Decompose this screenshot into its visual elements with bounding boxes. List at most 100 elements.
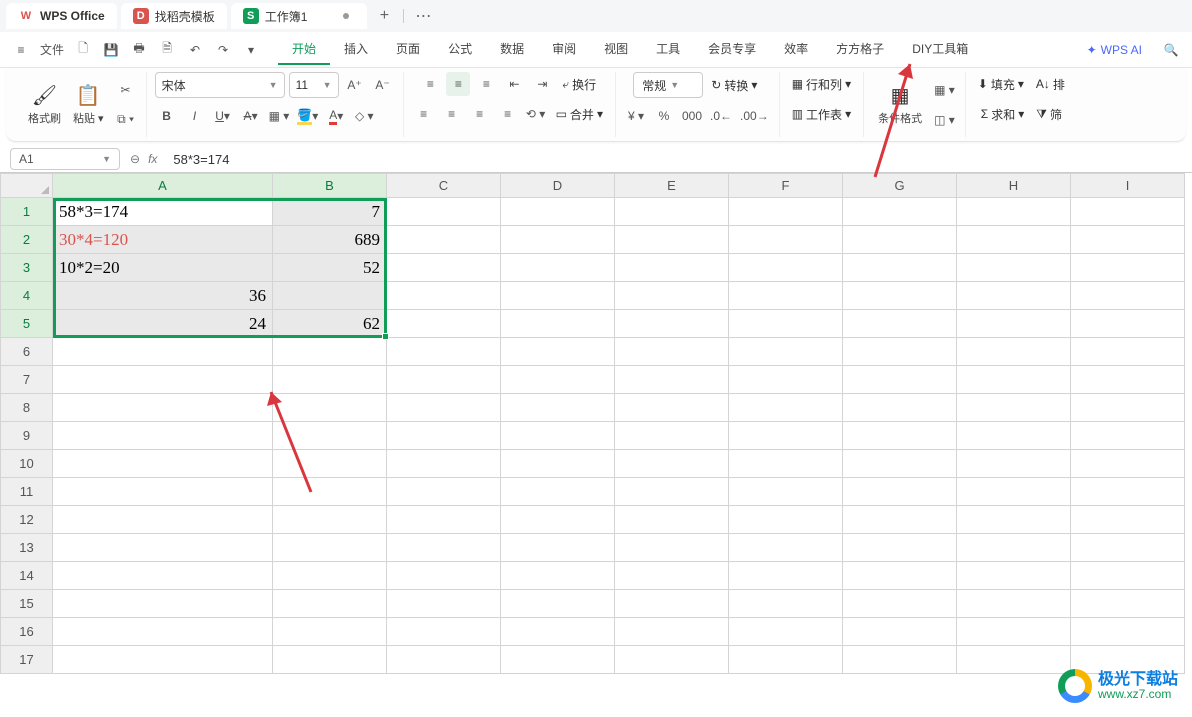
cell[interactable] (53, 394, 273, 422)
ribbon-tab-insert[interactable]: 插入 (330, 34, 382, 65)
row-header[interactable]: 11 (1, 478, 53, 506)
cell[interactable] (729, 366, 843, 394)
cell[interactable] (615, 618, 729, 646)
cell[interactable] (729, 450, 843, 478)
col-header[interactable]: A (53, 174, 273, 198)
indent-increase-icon[interactable]: ⇥ (530, 72, 554, 96)
cell[interactable] (53, 590, 273, 618)
cell[interactable] (501, 310, 615, 338)
cell[interactable] (501, 590, 615, 618)
dropdown-icon[interactable]: ▾ (238, 37, 264, 63)
merge-button[interactable]: ▭ 合并 ▾ (552, 102, 607, 126)
cell[interactable]: 52 (273, 254, 387, 282)
cell[interactable] (273, 450, 387, 478)
cell[interactable] (53, 478, 273, 506)
align-bottom-icon[interactable]: ≡ (474, 72, 498, 96)
cell[interactable]: 24 (53, 310, 273, 338)
cell[interactable] (273, 282, 387, 310)
cell[interactable] (501, 366, 615, 394)
underline-button[interactable]: U ▾ (211, 104, 235, 128)
row-header[interactable]: 13 (1, 534, 53, 562)
decrease-font-icon[interactable]: A⁻ (371, 73, 395, 97)
save-icon[interactable]: 💾 (98, 37, 124, 63)
cell[interactable] (843, 226, 957, 254)
cell[interactable] (273, 590, 387, 618)
cell-style-icon[interactable]: ◫ ▾ (932, 108, 957, 132)
cell[interactable] (1071, 450, 1185, 478)
cancel-icon[interactable]: ⊖ (130, 152, 140, 166)
tab-templates[interactable]: D 找稻壳模板 (121, 3, 227, 29)
cell[interactable]: 689 (273, 226, 387, 254)
ribbon-tab-data[interactable]: 数据 (486, 34, 538, 65)
cell[interactable] (957, 590, 1071, 618)
cell[interactable] (843, 506, 957, 534)
cell[interactable] (501, 394, 615, 422)
cut-icon[interactable]: ✂ (114, 78, 138, 102)
row-header[interactable]: 8 (1, 394, 53, 422)
col-header[interactable]: B (273, 174, 387, 198)
fx-icon[interactable]: fx (148, 152, 157, 166)
cell[interactable] (615, 254, 729, 282)
cell[interactable] (273, 394, 387, 422)
tab-wps-home[interactable]: W WPS Office (6, 3, 117, 29)
cell[interactable] (501, 450, 615, 478)
cell[interactable] (1071, 366, 1185, 394)
app-menu-icon[interactable]: ≡ (8, 37, 34, 63)
row-header[interactable]: 15 (1, 590, 53, 618)
cell[interactable] (501, 338, 615, 366)
cell[interactable] (53, 422, 273, 450)
cell[interactable] (501, 254, 615, 282)
cell[interactable] (729, 422, 843, 450)
strikethrough-button[interactable]: A ▾ (239, 104, 263, 128)
undo-icon[interactable]: ↶ (182, 37, 208, 63)
cell[interactable] (1071, 394, 1185, 422)
ribbon-tab-tools[interactable]: 工具 (642, 34, 694, 65)
align-middle-icon[interactable]: ≡ (446, 72, 470, 96)
percent-icon[interactable]: % (652, 104, 676, 128)
cell[interactable] (501, 282, 615, 310)
fill-color-button[interactable]: 🪣 ▾ (295, 104, 320, 128)
cell[interactable] (273, 646, 387, 674)
cell[interactable] (53, 450, 273, 478)
italic-button[interactable]: I (183, 104, 207, 128)
cell[interactable] (387, 254, 501, 282)
cell[interactable] (843, 562, 957, 590)
cell[interactable] (957, 226, 1071, 254)
cell[interactable] (387, 198, 501, 226)
ribbon-tab-review[interactable]: 审阅 (538, 34, 590, 65)
cell[interactable] (387, 646, 501, 674)
cell[interactable] (843, 282, 957, 310)
formula-bar[interactable]: 58*3=174 (167, 152, 1182, 167)
cell[interactable] (387, 338, 501, 366)
ribbon-tab-home[interactable]: 开始 (278, 34, 330, 65)
cell[interactable] (387, 562, 501, 590)
cell[interactable] (387, 506, 501, 534)
cell[interactable] (501, 534, 615, 562)
col-header[interactable]: C (387, 174, 501, 198)
cell[interactable]: 62 (273, 310, 387, 338)
align-justify-icon[interactable]: ≡ (496, 102, 520, 126)
cell[interactable] (729, 646, 843, 674)
cell-styles-button[interactable]: ▦ 条件格式 (872, 81, 928, 128)
sum-button[interactable]: Σ 求和 ▾ (977, 102, 1028, 126)
cell[interactable] (53, 338, 273, 366)
cell[interactable] (1071, 590, 1185, 618)
cell[interactable] (387, 310, 501, 338)
cell[interactable] (615, 226, 729, 254)
cell[interactable] (273, 366, 387, 394)
cell[interactable] (1071, 198, 1185, 226)
wps-ai-button[interactable]: ✦WPS AI (1087, 43, 1142, 57)
cell[interactable] (273, 618, 387, 646)
cell[interactable] (615, 450, 729, 478)
cell[interactable] (843, 646, 957, 674)
cell[interactable] (1071, 478, 1185, 506)
cell[interactable] (387, 534, 501, 562)
orientation-icon[interactable]: ⟲ ▾ (524, 102, 548, 126)
row-header[interactable]: 2 (1, 226, 53, 254)
cell[interactable] (957, 478, 1071, 506)
print-icon[interactable]: 🖶 (126, 37, 152, 63)
cell[interactable] (1071, 226, 1185, 254)
row-header[interactable]: 17 (1, 646, 53, 674)
bold-button[interactable]: B (155, 104, 179, 128)
cell[interactable] (729, 338, 843, 366)
